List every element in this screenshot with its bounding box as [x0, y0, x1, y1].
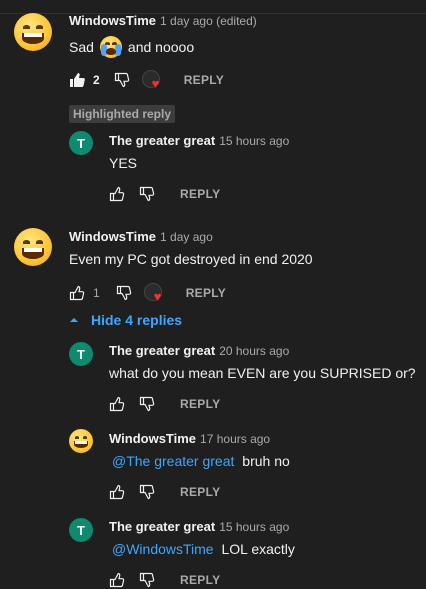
- thumbs-down-icon[interactable]: [139, 572, 155, 588]
- comment-text: YES: [109, 155, 138, 171]
- comment-header: WindowsTime 1 day ago: [69, 228, 213, 246]
- caret-up-icon: [69, 311, 79, 329]
- comment-author[interactable]: The greater great: [109, 343, 215, 358]
- thumbs-down-icon[interactable]: [139, 186, 155, 202]
- thumbs-down-icon[interactable]: [114, 72, 130, 88]
- mention-link[interactable]: @WindowsTime: [112, 541, 214, 557]
- comment-author[interactable]: WindowsTime: [69, 13, 156, 28]
- crying-face-emoji-icon: [99, 36, 122, 58]
- comment-text: Even my PC got destroyed in end 2020: [69, 251, 313, 267]
- reply-button[interactable]: REPLY: [186, 286, 226, 300]
- hide-replies-label: Hide 4 replies: [91, 312, 183, 328]
- comment-text: bruh no: [242, 453, 290, 469]
- comment-timestamp[interactable]: 1 day ago: [160, 230, 213, 244]
- avatar[interactable]: T: [69, 131, 93, 155]
- like-count: 1: [93, 286, 100, 300]
- comment-actions: REPLY: [109, 396, 220, 412]
- creator-heart-icon: ♥: [143, 283, 168, 303]
- comment-body: @The greater great bruh no: [112, 453, 290, 469]
- comment-body: @WindowsTime LOL exactly: [112, 541, 295, 557]
- creator-heart-icon: ♥: [141, 70, 166, 90]
- comment-text: Sad: [69, 39, 94, 55]
- reply-button[interactable]: REPLY: [180, 187, 220, 201]
- avatar[interactable]: [14, 228, 52, 266]
- reply-button[interactable]: REPLY: [180, 485, 220, 499]
- reply-button[interactable]: REPLY: [180, 397, 220, 411]
- thumbs-down-icon[interactable]: [139, 484, 155, 500]
- thumbs-down-icon[interactable]: [139, 396, 155, 412]
- thumbs-up-icon[interactable]: [69, 285, 85, 301]
- comment-text: LOL exactly: [221, 541, 295, 557]
- comment-header: The greater great 15 hours ago: [109, 132, 289, 150]
- comment-text: what do you mean EVEN are you SUPRISED o…: [109, 365, 416, 381]
- avatar[interactable]: [69, 429, 93, 453]
- comment-body: Sad and noooo: [69, 36, 194, 58]
- thumbs-up-icon[interactable]: [109, 186, 125, 202]
- comment-text: and noooo: [127, 39, 195, 55]
- mention-link[interactable]: @The greater great: [112, 453, 234, 469]
- badge-label: Highlighted reply: [69, 105, 176, 123]
- thumbs-up-filled-icon[interactable]: [69, 72, 85, 88]
- avatar[interactable]: [14, 13, 52, 51]
- avatar[interactable]: T: [69, 518, 93, 542]
- thumbs-up-icon[interactable]: [109, 484, 125, 500]
- thumbs-up-icon[interactable]: [109, 396, 125, 412]
- comment-actions: REPLY: [109, 186, 220, 202]
- comment-actions: REPLY: [109, 572, 220, 588]
- comment-header: The greater great 15 hours ago: [109, 518, 289, 536]
- comment-timestamp[interactable]: 15 hours ago: [219, 134, 289, 148]
- comment-timestamp[interactable]: 20 hours ago: [219, 344, 289, 358]
- comment-author[interactable]: WindowsTime: [109, 431, 196, 446]
- comment-actions: 2 ♥ REPLY: [69, 70, 224, 90]
- comment-author[interactable]: The greater great: [109, 519, 215, 534]
- reply-button[interactable]: REPLY: [184, 73, 224, 87]
- highlighted-reply-badge: Highlighted reply: [69, 105, 176, 123]
- reply-button[interactable]: REPLY: [180, 573, 220, 587]
- thumbs-down-icon[interactable]: [116, 285, 132, 301]
- like-count: 2: [93, 73, 100, 87]
- comment-actions: REPLY: [109, 484, 220, 500]
- comment-timestamp[interactable]: 15 hours ago: [219, 520, 289, 534]
- comment-timestamp[interactable]: 17 hours ago: [200, 432, 270, 446]
- comment-header: WindowsTime 1 day ago (edited): [69, 12, 257, 30]
- comment-author[interactable]: WindowsTime: [69, 229, 156, 244]
- comment-actions: 1 ♥ REPLY: [69, 283, 226, 303]
- avatar[interactable]: T: [69, 342, 93, 366]
- comment-header: The greater great 20 hours ago: [109, 342, 289, 360]
- comment-timestamp[interactable]: 1 day ago (edited): [160, 14, 257, 28]
- comment-author[interactable]: The greater great: [109, 133, 215, 148]
- thumbs-up-icon[interactable]: [109, 572, 125, 588]
- comment-header: WindowsTime 17 hours ago: [109, 430, 270, 448]
- hide-replies-toggle[interactable]: Hide 4 replies: [69, 311, 182, 329]
